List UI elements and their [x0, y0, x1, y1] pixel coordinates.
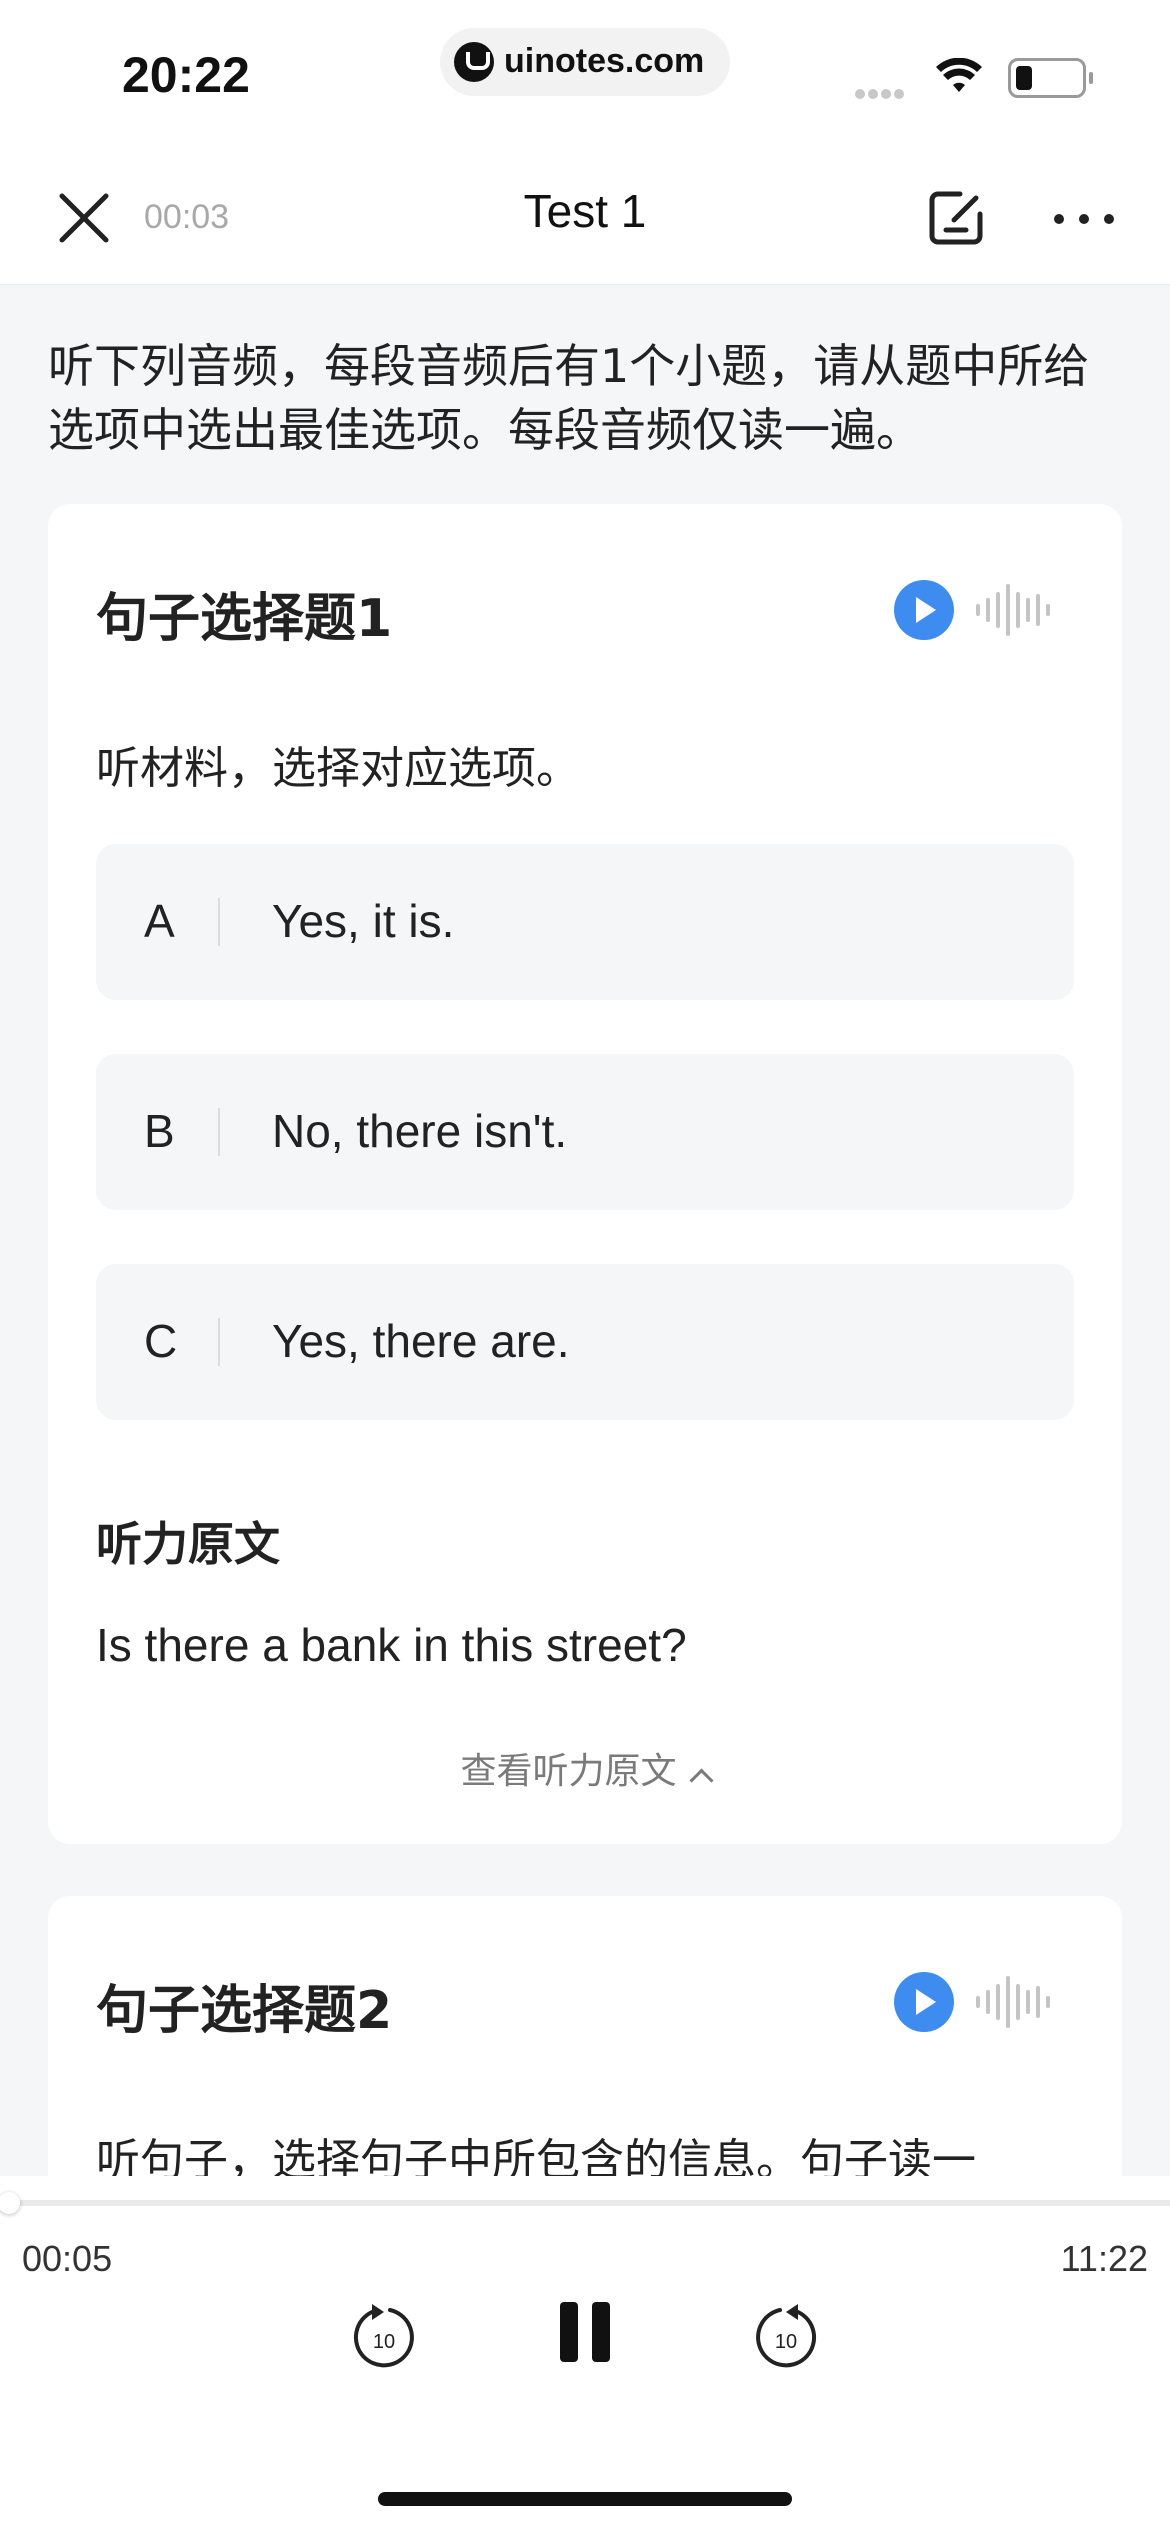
progress-thumb[interactable] — [0, 2192, 20, 2214]
transcript-heading: 听力原文 — [96, 1517, 280, 1571]
section-instruction: 听下列音频，每段音频后有1个小题，请从题中所给选项中选出最佳选项。每段音频仅读一… — [48, 339, 1090, 457]
current-time: 00:05 — [22, 2238, 113, 2279]
question-prompt: 听材料，选择对应选项。 — [96, 743, 580, 794]
option-letter: A — [144, 895, 175, 947]
forward-10-icon[interactable]: 10 — [752, 2298, 820, 2370]
pause-button[interactable] — [556, 2298, 616, 2370]
question-title: 句子选择题2 — [96, 1981, 393, 2041]
site-logo-icon — [454, 42, 494, 82]
forward-seconds: 10 — [775, 2331, 797, 2353]
waveform-icon — [976, 1976, 1050, 2028]
waveform-icon — [976, 584, 1050, 636]
option-letter: B — [144, 1105, 175, 1157]
option-text: Yes, there are. — [272, 1315, 570, 1367]
option-b[interactable]: B No, there isn't. — [96, 1054, 1074, 1210]
option-text: Yes, it is. — [272, 895, 455, 947]
battery-icon — [1008, 58, 1093, 98]
question-card-1: 句子选择题1 听材料，选择对应选项。 A Yes, it is. B No, t… — [48, 504, 1122, 1844]
home-indicator — [378, 2492, 792, 2506]
option-a[interactable]: A Yes, it is. — [96, 844, 1074, 1000]
audio-player: 00:05 11:22 10 10 — [0, 2176, 1170, 2532]
total-time: 11:22 — [1060, 2238, 1148, 2279]
answer-sheet-icon[interactable] — [926, 188, 986, 248]
option-letter: C — [144, 1315, 178, 1367]
page-title: Test 1 — [523, 185, 647, 237]
question-card-2: 句子选择题2 听句子，选择句子中所包含的信息。句子读一 — [48, 1896, 1122, 2196]
chevron-up-icon — [688, 1768, 714, 1793]
progress-slider[interactable] — [0, 2192, 1170, 2214]
play-audio-button[interactable] — [894, 580, 954, 640]
play-audio-button[interactable] — [894, 1972, 954, 2032]
nav-bar: 00:03 Test 1 — [0, 160, 1170, 285]
url-text: uinotes.com — [504, 42, 705, 80]
more-icon[interactable] — [1052, 212, 1116, 226]
toggle-transcript-label: 查看听力原文 — [460, 1751, 677, 1792]
option-divider — [218, 1318, 220, 1366]
option-text: No, there isn't. — [272, 1105, 568, 1157]
rewind-seconds: 10 — [373, 2331, 395, 2353]
toggle-transcript-button[interactable]: 查看听力原文 — [48, 1742, 1122, 1794]
option-divider — [218, 898, 220, 946]
question-title: 句子选择题1 — [96, 589, 393, 649]
rewind-10-icon[interactable]: 10 — [350, 2298, 418, 2370]
cellular-signal-icon — [855, 84, 907, 103]
status-time: 20:22 — [122, 47, 250, 103]
option-divider — [218, 1108, 220, 1156]
transcript-text: Is there a bank in this street? — [96, 1619, 687, 1671]
status-bar: 20:22 uinotes.com — [0, 0, 1170, 160]
url-pill[interactable]: uinotes.com — [440, 28, 730, 96]
wifi-icon — [936, 58, 982, 92]
option-c[interactable]: C Yes, there are. — [96, 1264, 1074, 1420]
